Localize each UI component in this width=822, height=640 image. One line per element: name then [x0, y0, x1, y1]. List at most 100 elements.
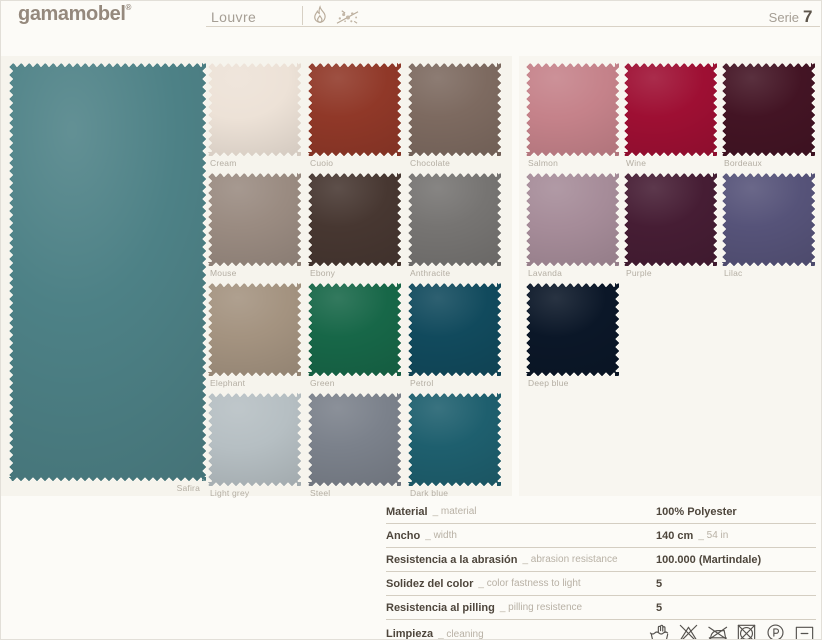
swatch-ebony: Ebony	[308, 173, 401, 266]
spec-label-en: _ color fastness to light	[478, 578, 580, 589]
fabric-swatch	[408, 283, 501, 376]
swatch-elephant: Elephant	[208, 283, 301, 376]
fabric-swatch	[208, 283, 301, 376]
hand-wash-icon	[648, 622, 671, 640]
fabric-swatch	[208, 393, 301, 486]
swatch-label: Light grey	[210, 488, 249, 498]
swatch-label: Bordeaux	[724, 158, 762, 168]
spec-label-en: _ pilling resistence	[500, 602, 582, 613]
serie-badge: Serie 7	[769, 7, 812, 27]
swatch-label: Wine	[626, 158, 646, 168]
swatch-cream: Cream	[208, 63, 301, 156]
spec-value-text: 100.000 (Martindale)	[656, 554, 761, 566]
swatch-dark-blue: Dark blue	[408, 393, 501, 486]
spec-value: 5	[656, 572, 662, 595]
swatch-mouse: Mouse	[208, 173, 301, 266]
spec-label-es: Limpieza	[386, 628, 433, 640]
spec-row-pilling: Resistencia al pilling _ pilling resisten…	[386, 596, 816, 620]
swatch-purple: Purple	[624, 173, 717, 266]
fabric-swatch	[722, 63, 815, 156]
swatch-salmon: Salmon	[526, 63, 619, 156]
swatch-steel: Steel	[308, 393, 401, 486]
stain-resistance-icon	[333, 5, 362, 28]
swatch-chocolate: Chocolate	[408, 63, 501, 156]
spec-label-en: _ width	[425, 530, 457, 541]
swatch-lavanda: Lavanda	[526, 173, 619, 266]
swatch-label: Lilac	[724, 268, 742, 278]
spec-value-text: 100% Polyester	[656, 506, 737, 518]
swatch-label: Dark blue	[410, 488, 448, 498]
spec-value: 140 cm _ 54 in	[656, 524, 728, 547]
spec-label-es: Resistencia a la abrasión	[386, 554, 517, 566]
swatch-label: Cream	[210, 158, 237, 168]
dry-clean-p-icon	[764, 622, 787, 640]
swatch-label: Steel	[310, 488, 330, 498]
swatch-label: Safira	[177, 483, 200, 493]
catalog-page: gamamobel® Louvre Serie 7 Safira Cream Cu…	[0, 0, 822, 640]
swatch-label: Mouse	[210, 268, 237, 278]
header-rule	[206, 26, 820, 27]
spec-label-en: _ material	[433, 506, 477, 517]
spec-label-en: _ abrasion resistance	[522, 554, 617, 565]
swatch-label: Elephant	[210, 378, 245, 388]
fabric-swatch	[308, 173, 401, 266]
swatch-bordeaux: Bordeaux	[722, 63, 815, 156]
fabric-swatch	[9, 63, 206, 481]
spec-label-en: _ cleaning	[438, 629, 484, 640]
fabric-swatch	[526, 173, 619, 266]
swatch-label: Green	[310, 378, 335, 388]
brand-logo: gamamobel®	[18, 3, 131, 26]
fabric-swatch	[208, 173, 301, 266]
spec-label-es: Material	[386, 506, 428, 518]
spec-label-es: Solidez del color	[386, 578, 473, 590]
spec-row-abrasion: Resistencia a la abrasión _ abrasion resi…	[386, 548, 816, 572]
spec-value-text: 140 cm	[656, 530, 693, 542]
fabric-swatch	[722, 173, 815, 266]
spec-value-light: _ 54 in	[698, 530, 728, 541]
header-divider	[302, 6, 303, 25]
spec-value: 100.000 (Martindale)	[656, 548, 761, 571]
fabric-swatch	[208, 63, 301, 156]
fabric-swatch	[308, 393, 401, 486]
fabric-swatch	[308, 63, 401, 156]
swatch-deep-blue: Deep blue	[526, 283, 619, 376]
fabric-swatch	[408, 393, 501, 486]
spec-row-material: Material _ material 100% Polyester	[386, 500, 816, 524]
flame-icon	[310, 5, 331, 28]
spec-row-width: Ancho _ width 140 cm _ 54 in	[386, 524, 816, 548]
spec-row-cleaning: Limpieza _ cleaning	[386, 620, 816, 640]
do-not-iron-icon	[706, 622, 729, 640]
collection-name: Louvre	[211, 9, 256, 25]
swatch-label: Purple	[626, 268, 652, 278]
swatch-label: Anthracite	[410, 268, 450, 278]
spec-value-text: 5	[656, 578, 662, 590]
do-not-tumble-dry-icon	[735, 622, 758, 640]
swatch-light-grey: Light grey	[208, 393, 301, 486]
fabric-swatch	[526, 63, 619, 156]
specs-table: Material _ material 100% Polyester Ancho _…	[386, 500, 816, 640]
serie-label: Serie	[769, 10, 799, 25]
do-not-bleach-icon	[677, 622, 700, 640]
swatch-anthracite: Anthracite	[408, 173, 501, 266]
swatch-label: Cuoio	[310, 158, 333, 168]
swatch-grid-left: Cream Cuoio Chocolate Mouse Ebony Anthra…	[208, 63, 501, 486]
serie-number: 7	[803, 7, 812, 26]
swatch-cuoio: Cuoio	[308, 63, 401, 156]
swatch-petrol: Petrol	[408, 283, 501, 376]
swatch-label: Chocolate	[410, 158, 450, 168]
swatch-label: Salmon	[528, 158, 558, 168]
spec-label-es: Resistencia al pilling	[386, 602, 495, 614]
hero-swatch-safira: Safira	[9, 63, 206, 481]
swatch-label: Ebony	[310, 268, 335, 278]
swatch-label: Petrol	[410, 378, 433, 388]
fabric-swatch	[624, 63, 717, 156]
spec-label-es: Ancho	[386, 530, 420, 542]
spec-value: 5	[656, 596, 662, 619]
brand-text: gamamobel	[18, 3, 126, 25]
swatch-label: Deep blue	[528, 378, 569, 388]
care-icons	[648, 622, 816, 640]
swatch-wine: Wine	[624, 63, 717, 156]
fabric-swatch	[408, 63, 501, 156]
fabric-swatch	[624, 173, 717, 266]
spec-value-text: 5	[656, 602, 662, 614]
